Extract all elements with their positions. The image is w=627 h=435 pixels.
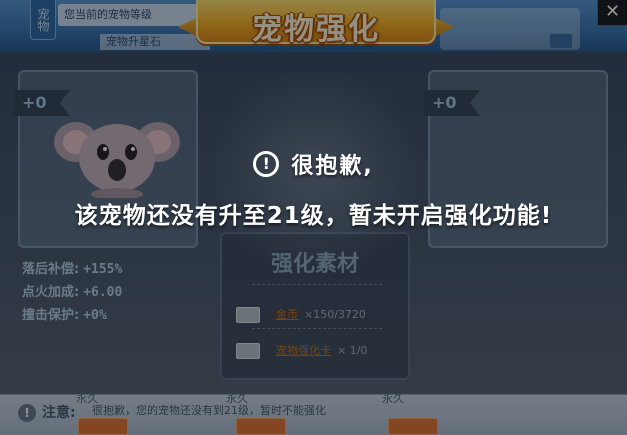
modal-message: 该宠物还没有升至21级，暂未开启强化功能! bbox=[74, 203, 553, 229]
modal-header: ! 很抱歉, bbox=[0, 148, 627, 180]
modal-title: 很抱歉, bbox=[291, 154, 374, 179]
warning-icon: ! bbox=[253, 151, 280, 177]
